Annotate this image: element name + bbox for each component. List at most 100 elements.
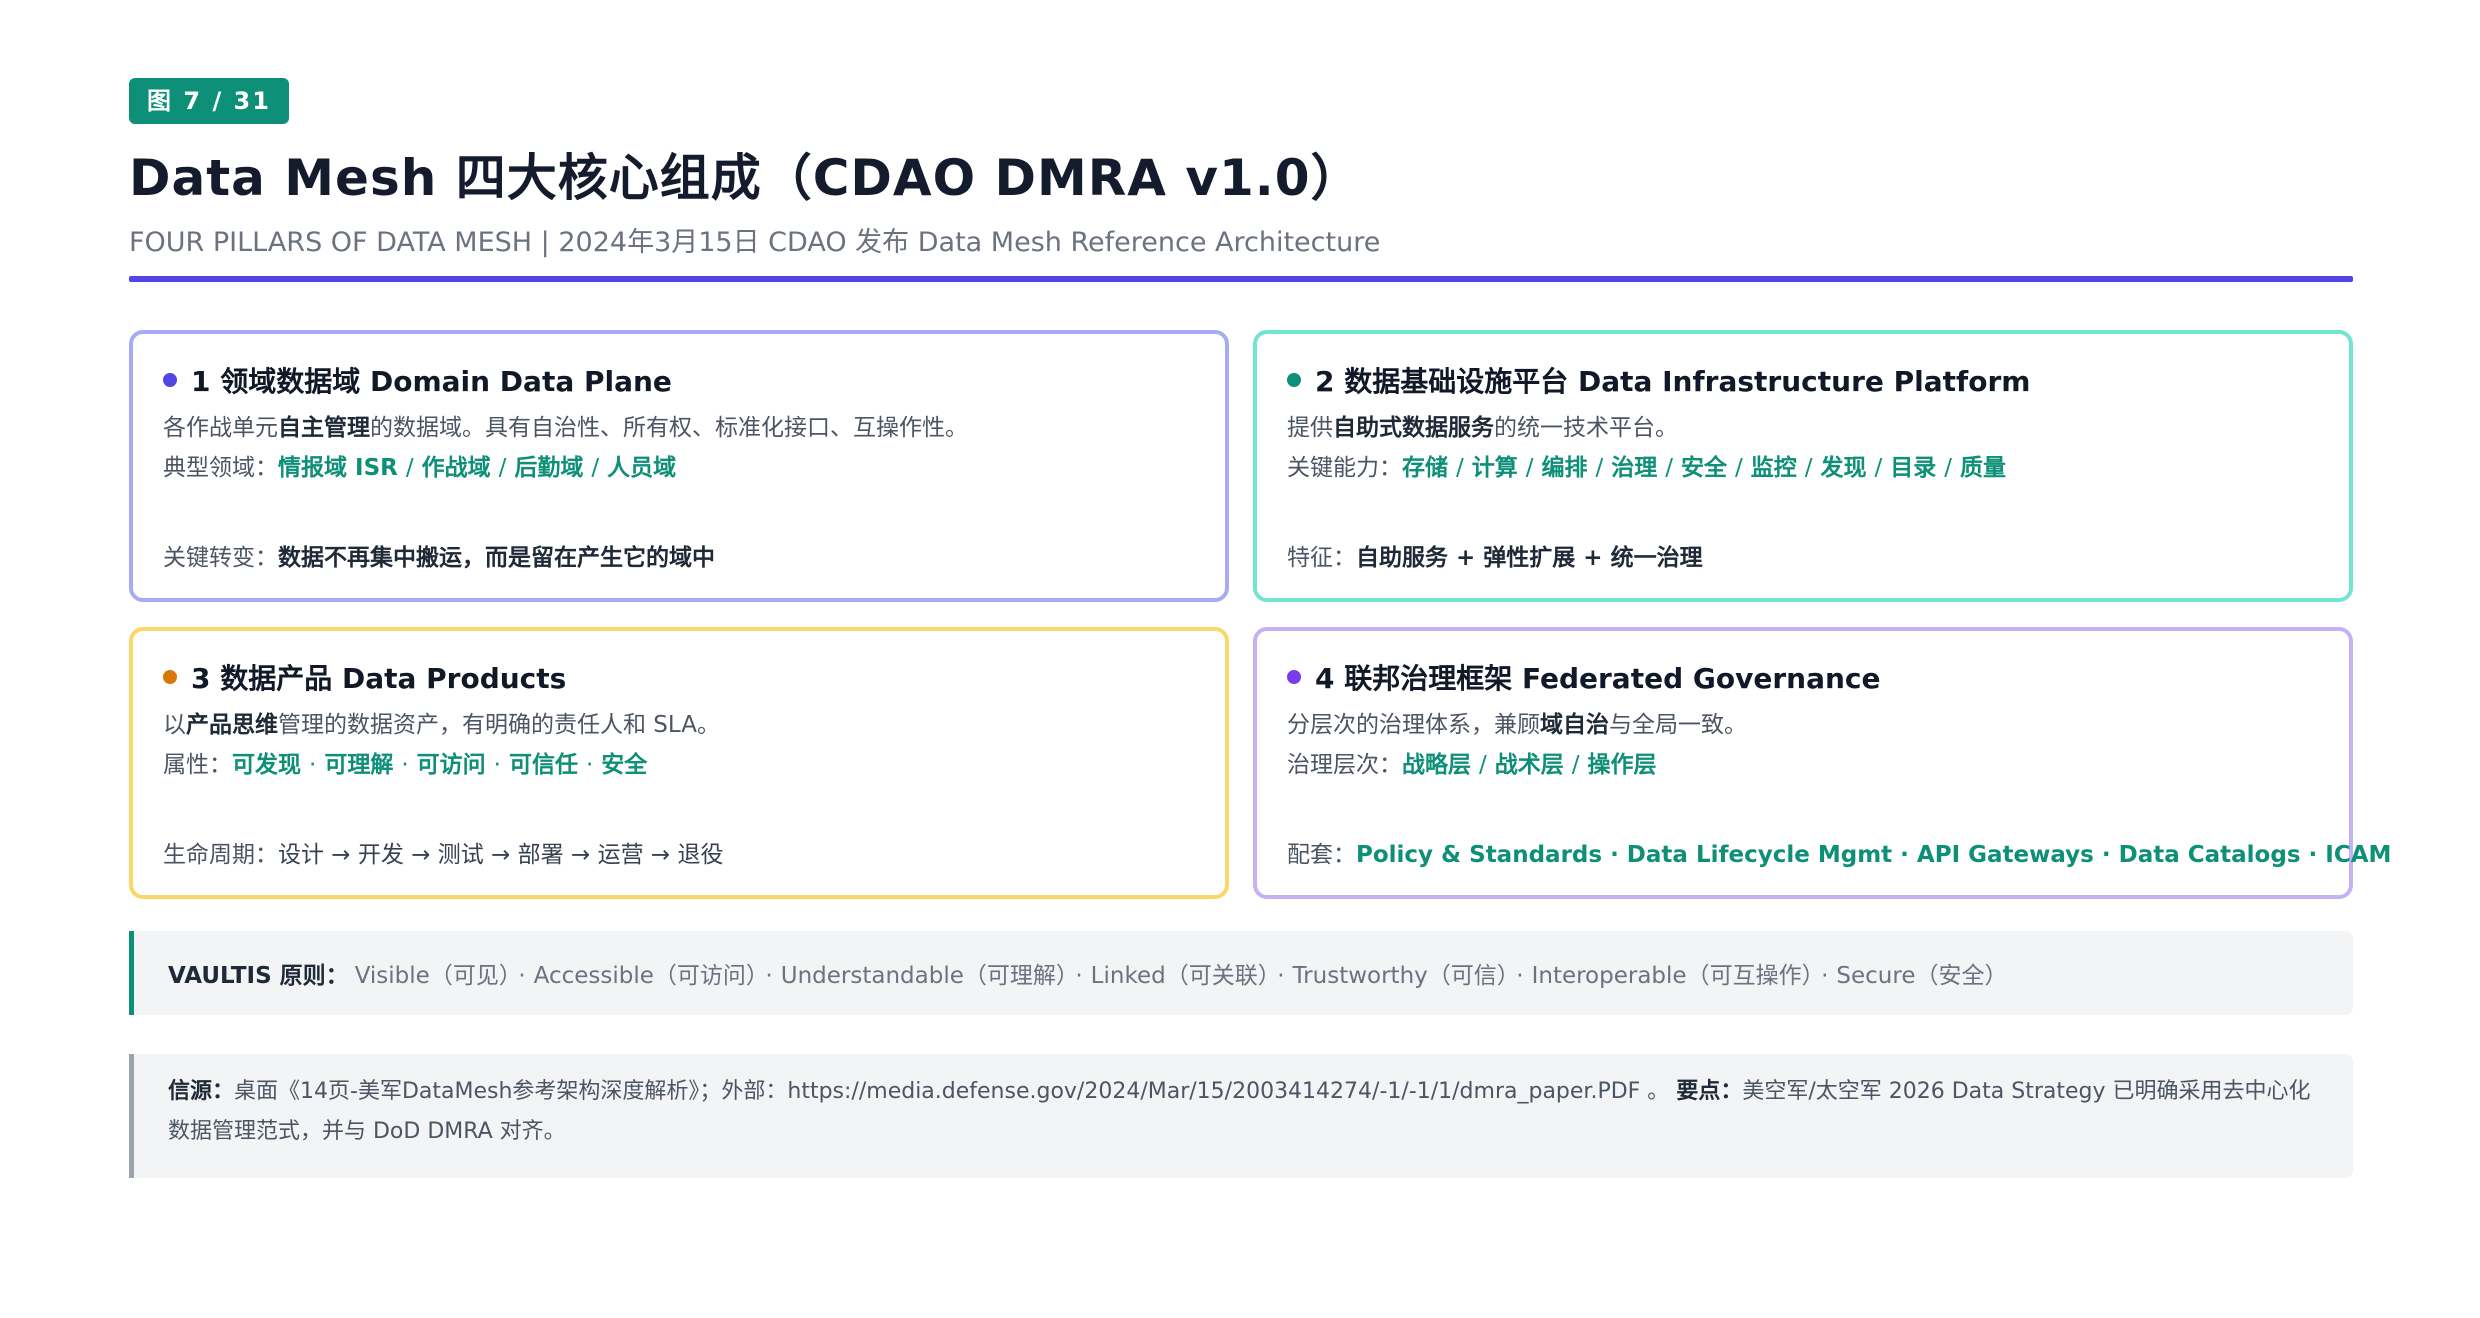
card-description-post: 的统一技术平台。 xyxy=(1494,415,1678,441)
pillar-card-2: 2 数据基础设施平台 Data Infrastructure Platform 提… xyxy=(1253,330,2353,602)
meta-item: 人员域 xyxy=(607,455,677,481)
separator: / xyxy=(498,455,507,481)
vaultis-item: Linked（可关联） xyxy=(1090,963,1270,989)
separator: · xyxy=(1516,963,1524,989)
meta-item: 安全 xyxy=(1681,455,1727,481)
separator: / xyxy=(405,455,414,481)
meta-item: 治理 xyxy=(1611,455,1658,481)
card-meta-row: 治理层次：战略层 / 战术层 / 操作层 xyxy=(1287,745,2319,785)
vaultis-item: Understandable（可理解） xyxy=(780,963,1068,989)
separator: / xyxy=(1735,455,1743,481)
figure-badge: 图 7 / 31 xyxy=(129,78,289,124)
meta-item: 可发现 xyxy=(232,752,301,778)
separator: / xyxy=(1804,455,1813,481)
card-description-post: 的数据域。具有自治性、所有权、标准化接口、互操作性。 xyxy=(370,415,968,441)
vaultis-label: VAULTIS 原则： xyxy=(168,963,349,989)
card-meta-row: 属性：可发现 · 可理解 · 可访问 · 可信任 · 安全 xyxy=(163,745,1195,785)
card-key-row: 配套：Policy & Standards · Data Lifecycle M… xyxy=(1287,835,2391,869)
card-key-row: 关键转变：数据不再集中搬运，而是留在产生它的域中 xyxy=(163,538,715,572)
meta-item: 操作层 xyxy=(1587,752,1657,778)
card-description: 各作战单元自主管理的数据域。具有自治性、所有权、标准化接口、互操作性。 xyxy=(163,408,1195,448)
card-description: 分层次的治理体系，兼顾域自治与全局一致。 xyxy=(1287,705,2319,745)
bullet-dot-icon xyxy=(1287,373,1301,387)
card-title-text: 3 数据产品 Data Products xyxy=(191,662,567,695)
separator: / xyxy=(1571,752,1580,778)
page-subtitle: FOUR PILLARS OF DATA MESH | 2024年3月15日 C… xyxy=(129,227,1381,258)
card-key-value: 设计 → 开发 → 测试 → 部署 → 运营 → 退役 xyxy=(278,842,724,868)
separator: · xyxy=(765,963,773,989)
meta-item: 战略层 xyxy=(1402,752,1471,778)
separator: · xyxy=(1821,963,1829,989)
card-key-row: 生命周期：设计 → 开发 → 测试 → 部署 → 运营 → 退役 xyxy=(163,835,723,869)
meta-item: 存储 xyxy=(1402,455,1448,481)
card-meta-row: 典型领域：情报域 ISR / 作战域 / 后勤域 / 人员域 xyxy=(163,448,1195,488)
meta-item: 可信任 xyxy=(508,752,578,778)
vaultis-item: Accessible（可访问） xyxy=(533,963,758,989)
meta-item: 计算 xyxy=(1471,455,1518,481)
card-description-bold: 产品思维 xyxy=(186,712,278,738)
meta-item: 可理解 xyxy=(324,752,394,778)
card-description-post: 管理的数据资产，有明确的责任人和 SLA。 xyxy=(278,712,720,738)
separator: / xyxy=(591,455,600,481)
separator: · xyxy=(1277,963,1285,989)
separator: / xyxy=(1944,455,1952,481)
card-meta-label: 治理层次： xyxy=(1287,752,1402,778)
source-note: 信源：桌面《14页-美军DataMesh参考架构深度解析》；外部：https:/… xyxy=(129,1054,2353,1178)
card-key-value: Policy & Standards · Data Lifecycle Mgmt… xyxy=(1356,842,2392,868)
card-description-pre: 以 xyxy=(163,712,186,738)
card-meta-label: 属性： xyxy=(163,752,232,778)
separator: / xyxy=(1479,752,1487,778)
meta-item: 后勤域 xyxy=(514,455,584,481)
card-description-post: 与全局一致。 xyxy=(1609,712,1747,738)
pillar-card-1: 1 领域数据域 Domain Data Plane 各作战单元自主管理的数据域。具… xyxy=(129,330,1229,602)
meta-item: 情报域 ISR xyxy=(278,455,398,481)
separator: / xyxy=(1595,455,1604,481)
vaultis-item: Visible（可见） xyxy=(354,963,511,989)
separator: · xyxy=(518,963,526,989)
card-description-pre: 提供 xyxy=(1287,415,1333,441)
card-key-row: 特征：自助服务 + 弹性扩展 + 统一治理 xyxy=(1287,538,1703,572)
bullet-dot-icon xyxy=(163,373,177,387)
card-meta-label: 关键能力： xyxy=(1287,455,1402,481)
pillar-card-4: 4 联邦治理框架 Federated Governance 分层次的治理体系，兼顾… xyxy=(1253,627,2391,899)
bullet-dot-icon xyxy=(1287,670,1301,684)
meta-item: 编排 xyxy=(1541,455,1588,481)
card-title: 3 数据产品 Data Products xyxy=(163,657,1195,697)
pillar-card-3: 3 数据产品 Data Products 以产品思维管理的数据资产，有明确的责任人… xyxy=(129,627,1229,899)
card-title-text: 4 联邦治理框架 Federated Governance xyxy=(1315,662,1881,695)
card-description: 提供自助式数据服务的统一技术平台。 xyxy=(1287,408,2319,448)
card-key-value: 数据不再集中搬运，而是留在产生它的域中 xyxy=(278,545,715,571)
card-description: 以产品思维管理的数据资产，有明确的责任人和 SLA。 xyxy=(163,705,1195,745)
card-key-label: 关键转变： xyxy=(163,545,278,571)
separator: · xyxy=(493,752,501,778)
card-description-pre: 分层次的治理体系，兼顾 xyxy=(1287,712,1540,738)
separator: · xyxy=(401,752,409,778)
separator: · xyxy=(309,752,317,778)
card-meta-label: 典型领域： xyxy=(163,455,278,481)
separator: / xyxy=(1665,455,1673,481)
meta-item: 监控 xyxy=(1750,455,1797,481)
separator: / xyxy=(1456,455,1464,481)
card-title: 1 领域数据域 Domain Data Plane xyxy=(163,360,1195,400)
meta-item: 安全 xyxy=(601,752,648,778)
card-description-bold: 自主管理 xyxy=(278,415,370,441)
meta-item: 目录 xyxy=(1890,455,1937,481)
card-description-pre: 各作战单元 xyxy=(163,415,278,441)
page-title: Data Mesh 四大核心组成（CDAO DMRA v1.0） xyxy=(129,149,1362,207)
card-title: 2 数据基础设施平台 Data Infrastructure Platform xyxy=(1287,360,2319,400)
separator: / xyxy=(1525,455,1534,481)
card-title: 4 联邦治理框架 Federated Governance xyxy=(1287,657,2319,697)
meta-item: 作战域 xyxy=(421,455,491,481)
meta-item: 战术层 xyxy=(1494,752,1564,778)
card-title-text: 1 领域数据域 Domain Data Plane xyxy=(191,365,672,398)
meta-item: 可访问 xyxy=(416,752,486,778)
card-title-text: 2 数据基础设施平台 Data Infrastructure Platform xyxy=(1315,365,2031,398)
vaultis-item: Interoperable（可互操作） xyxy=(1531,963,1814,989)
separator: · xyxy=(585,752,594,778)
key-point-label: 要点： xyxy=(1676,1079,1743,1104)
card-key-label: 生命周期： xyxy=(163,842,278,868)
source-label: 信源： xyxy=(168,1079,235,1104)
bullet-dot-icon xyxy=(163,670,177,684)
separator: · xyxy=(1075,963,1083,989)
separator: / xyxy=(1874,455,1883,481)
